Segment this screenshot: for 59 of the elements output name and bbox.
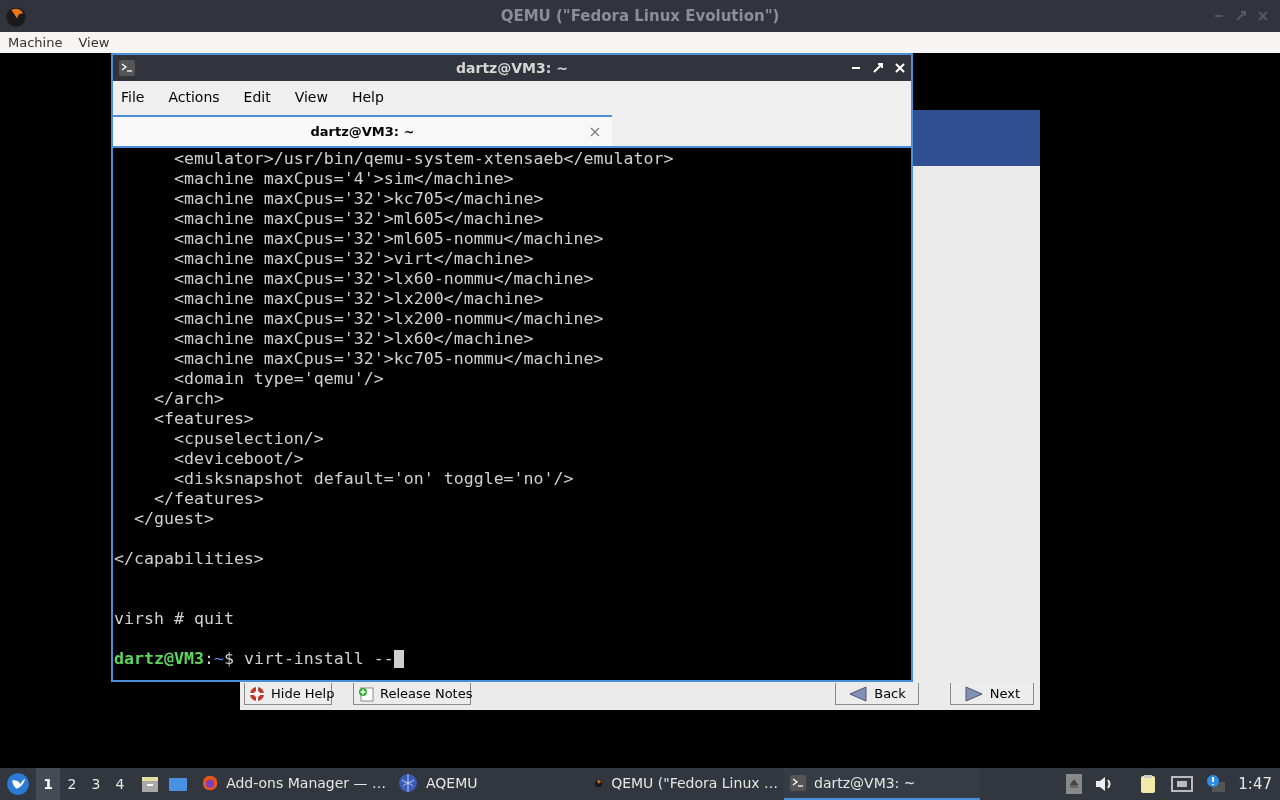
installer-button[interactable]: Back [835, 683, 919, 705]
clock: 1:47 [1238, 773, 1272, 795]
terminal-icon [119, 60, 135, 76]
workspace-button[interactable]: 2 [60, 768, 84, 800]
terminal-line: <disksnapshot default='on' toggle='no'/> [172, 469, 574, 489]
terminal-line: </capabilities> [114, 549, 264, 569]
menu-item[interactable]: Edit [243, 86, 271, 108]
right-arrow-icon [963, 685, 984, 702]
terminal-line: <machine maxCpus='32'>kc705</machine> [172, 189, 544, 209]
terminal-line: <machine maxCpus='32'>virt</machine> [172, 249, 534, 269]
taskbar-task[interactable]: dartz@VM3: ~ [784, 768, 980, 800]
terminal-line: <machine maxCpus='4'>sim</machine> [172, 169, 514, 189]
terminal-line: <machine maxCpus='32'>lx200-nommu</machine> [172, 309, 604, 329]
terminal-line: <domain type='qemu'/> [172, 369, 384, 389]
terminal-line: </guest> [132, 509, 214, 529]
workspace-button[interactable]: 3 [84, 768, 108, 800]
terminal-line: <cpuselection/> [172, 429, 324, 449]
terminal-line: <deviceboot/> [172, 449, 304, 469]
menu-item[interactable]: Actions [168, 86, 220, 108]
terminal-line: <features> [152, 409, 254, 429]
firefox-icon [202, 773, 219, 793]
globe-icon [398, 773, 418, 793]
terminal-line: <machine maxCpus='32'>lx60</machine> [172, 329, 534, 349]
note-plus-icon [358, 685, 374, 702]
workspace-button[interactable]: 1 [36, 768, 60, 800]
terminal-line: </features> [152, 489, 264, 509]
terminal-line: <machine maxCpus='32'>lx200</machine> [172, 289, 544, 309]
menu-item[interactable]: File [121, 86, 145, 108]
network-icon[interactable] [1170, 774, 1195, 794]
menu-item[interactable]: Help [351, 86, 384, 108]
start-menu-icon[interactable] [6, 772, 30, 796]
terminal-line: <machine maxCpus='32'>ml605</machine> [172, 209, 544, 229]
installer-button[interactable]: Release Notes [353, 683, 471, 705]
terminal-icon [790, 775, 806, 791]
installer-button[interactable]: Next [950, 683, 1034, 705]
terminal-line: </arch> [152, 389, 224, 409]
lifebuoy-icon [249, 685, 265, 702]
taskbar-task[interactable]: QEMU ("Fedora Linux … [588, 768, 784, 800]
notification-icon[interactable] [1206, 774, 1227, 794]
file-cabinet-icon[interactable] [140, 774, 160, 794]
terminal-line: <machine maxCpus='32'>lx60-nommu</machine> [172, 269, 594, 289]
terminal-title: dartz@VM3: ~ [456, 58, 568, 78]
workspace-button[interactable]: 4 [108, 768, 132, 800]
menu-item[interactable]: View [294, 86, 328, 108]
text-cursor [393, 650, 404, 668]
terminal-line: <machine maxCpus='32'>ml605-nommu</machine> [172, 229, 604, 249]
taskbar-task[interactable]: AQEMU [392, 768, 588, 800]
menu-item[interactable]: View [78, 32, 110, 53]
terminal-line: virsh # quit [114, 609, 234, 629]
menu-item[interactable]: Machine [8, 32, 63, 53]
left-arrow-icon [848, 685, 869, 702]
taskbar-task[interactable]: Add-ons Manager — … [196, 768, 392, 800]
terminal-line: <emulator>/usr/bin/qemu-system-xtensaeb</emulator> [172, 149, 674, 169]
window-title: QEMU ("Fedora Linux Evolution") [500, 5, 780, 27]
eject-icon[interactable] [1066, 774, 1083, 794]
installer-button[interactable]: Hide Help [244, 683, 332, 705]
prompt-line: dartz@VM3:~$ virt-install -- [114, 649, 394, 669]
terminal-line: <machine maxCpus='32'>kc705-nommu</machine> [172, 349, 604, 369]
terminal-tab[interactable]: dartz@VM3: ~ [113, 115, 612, 146]
